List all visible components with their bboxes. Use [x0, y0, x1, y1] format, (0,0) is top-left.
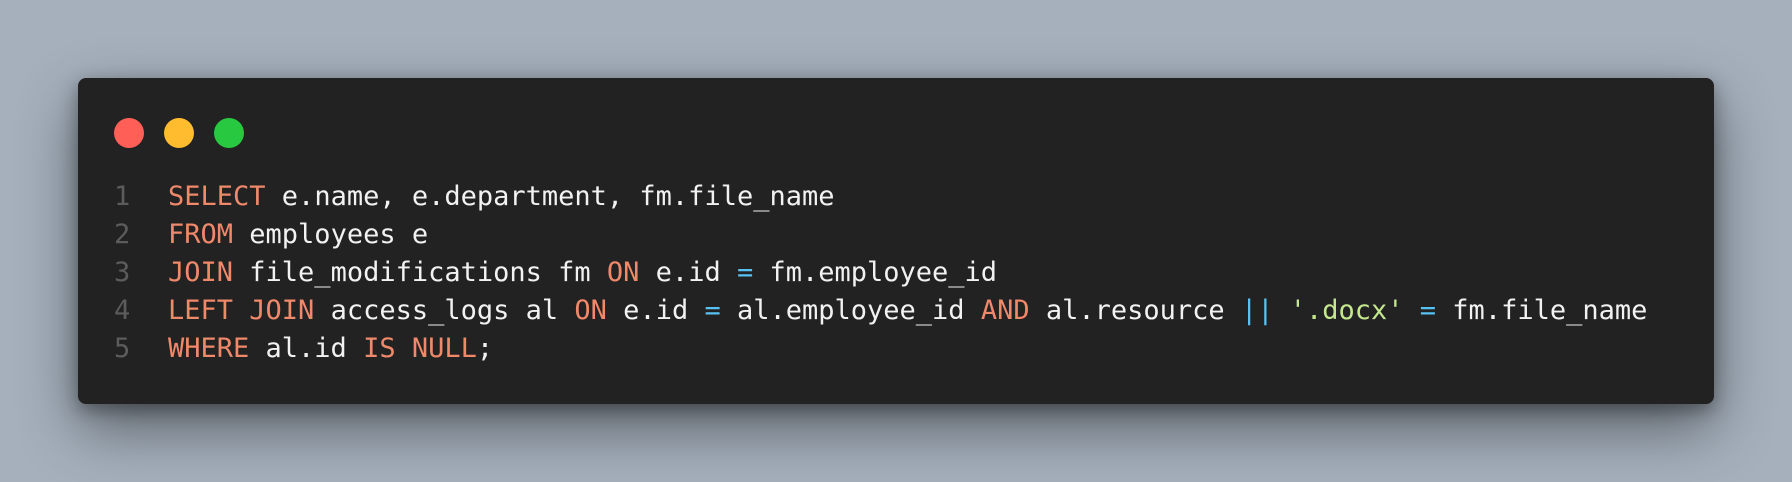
code-token-keyword: JOIN: [168, 256, 234, 288]
code-token-text: file_modifications fm: [233, 256, 607, 288]
code-line-5: 5 WHERE al.id IS NULL;: [114, 329, 1698, 367]
code-token-text: fm.file_name: [1436, 294, 1648, 326]
code-token-operator: =: [1419, 294, 1437, 326]
code-token-keyword: FROM: [168, 218, 234, 250]
code-token-keyword: LEFT JOIN: [168, 294, 315, 326]
window-controls: [114, 118, 244, 148]
code-line-2: 2 FROM employees e: [114, 215, 1698, 253]
line-number: 5: [114, 332, 131, 364]
line-number: 3: [114, 256, 131, 288]
code-token-text: employees e: [233, 218, 429, 250]
code-token-text: al.employee_id: [720, 294, 981, 326]
code-token-text: e.id: [606, 294, 705, 326]
code-window: 1 SELECT e.name, e.department, fm.file_n…: [78, 78, 1714, 404]
code-token-keyword: SELECT: [168, 180, 266, 212]
code-token-text: al.resource: [1029, 294, 1241, 326]
code-token-operator: =: [736, 256, 754, 288]
code-token-keyword: IS NULL: [363, 332, 477, 364]
line-number: 1: [114, 180, 131, 212]
minimize-window-dot[interactable]: [164, 118, 194, 148]
code-token-operator: =: [704, 294, 721, 326]
close-window-dot[interactable]: [114, 118, 144, 148]
code-block: 1 SELECT e.name, e.department, fm.file_n…: [114, 177, 1698, 367]
maximize-window-dot[interactable]: [214, 118, 244, 148]
code-token-string: '.docx': [1289, 294, 1404, 326]
code-token-text: e.id: [639, 256, 737, 288]
code-token-keyword: WHERE: [168, 332, 250, 364]
line-number: 2: [114, 218, 131, 250]
code-token-keyword: ON: [606, 256, 640, 288]
code-token-keyword: AND: [980, 294, 1030, 326]
line-number: 4: [114, 294, 131, 326]
code-line-1: 1 SELECT e.name, e.department, fm.file_n…: [114, 177, 1698, 215]
code-token-text: al.id: [249, 332, 364, 364]
code-token-text: ;: [476, 332, 494, 364]
code-token-keyword: ON: [574, 294, 607, 326]
code-line-4: 4 LEFT JOIN access_logs al ON e.id = al.…: [114, 291, 1698, 329]
code-token-text: access_logs al: [314, 294, 575, 326]
code-token-text: e.name, e.department, fm.file_name: [265, 180, 835, 212]
code-token-text: fm.employee_id: [753, 256, 998, 288]
code-token-operator: ||: [1240, 294, 1274, 326]
code-line-3: 3 JOIN file_modifications fm ON e.id = f…: [114, 253, 1698, 291]
